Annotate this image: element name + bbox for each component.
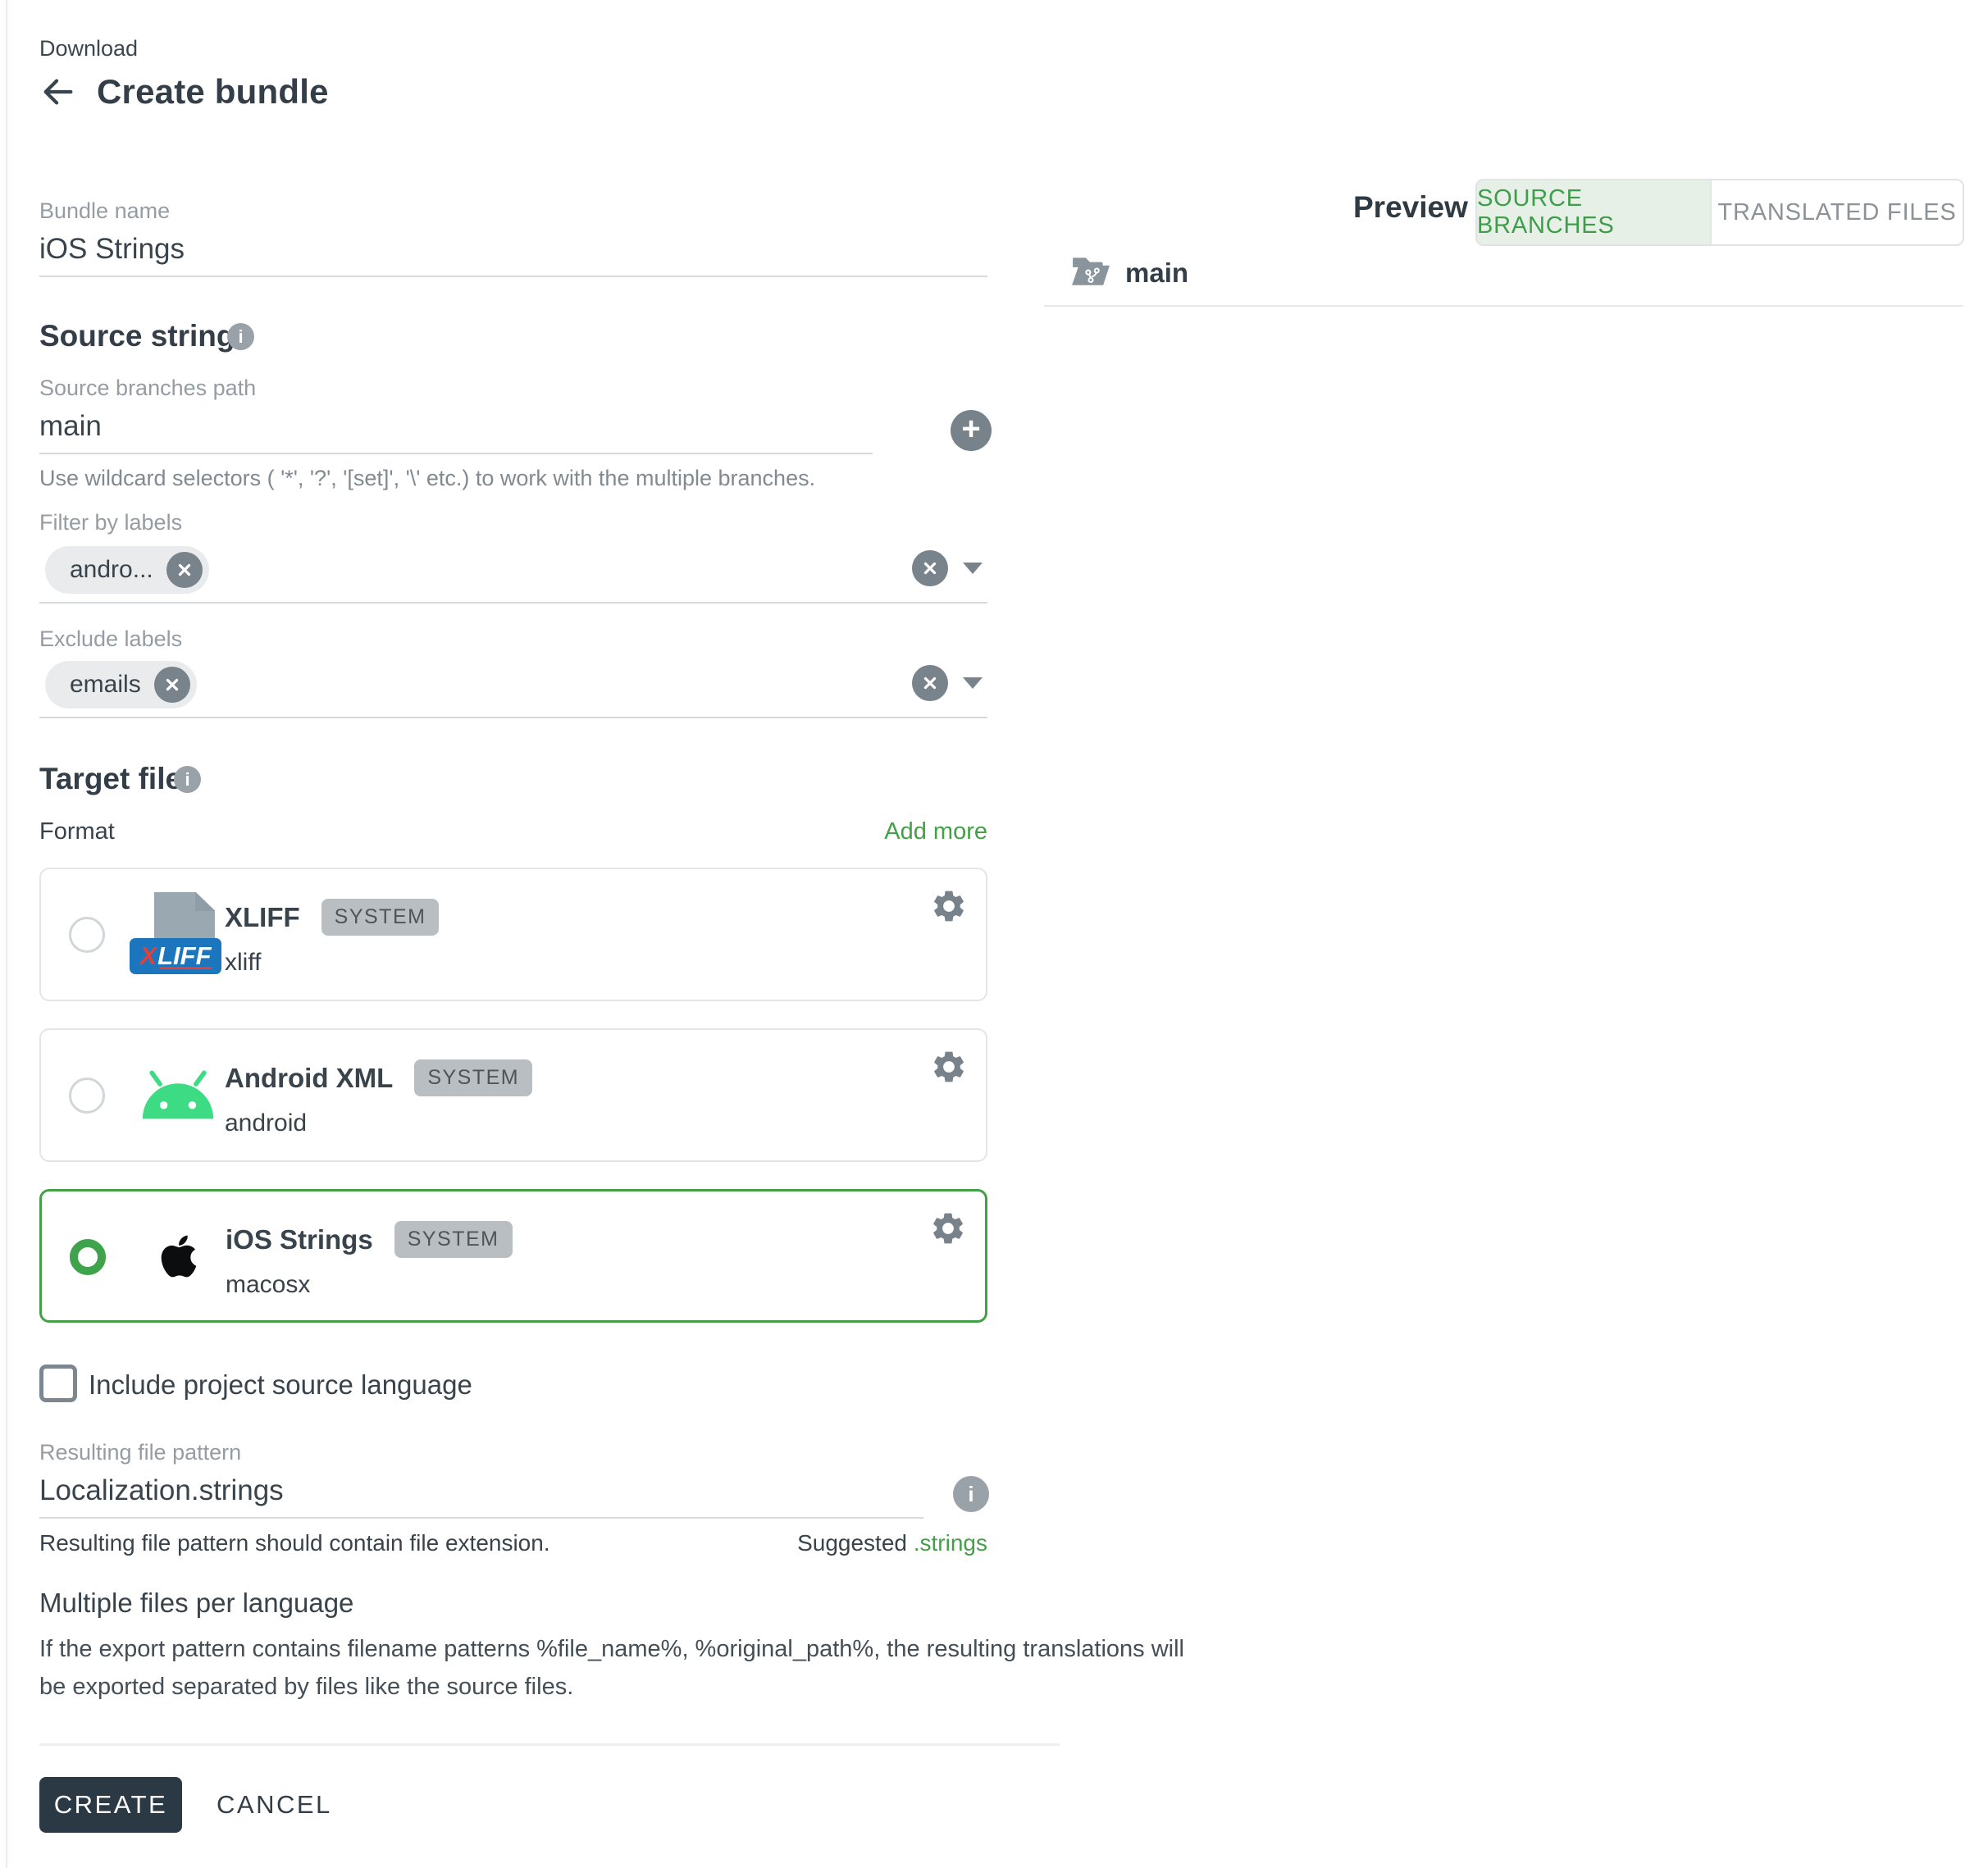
preview-divider: [1044, 305, 1963, 307]
bundle-name-underline: [39, 276, 987, 277]
preview-tab-group: SOURCE BRANCHES TRANSLATED FILES: [1475, 179, 1964, 246]
android-settings-gear-icon[interactable]: [930, 1048, 968, 1086]
bundle-name-input[interactable]: iOS Strings: [39, 233, 185, 266]
system-badge: SYSTEM: [321, 899, 440, 936]
source-branches-underline: [39, 453, 873, 454]
back-arrow-icon[interactable]: [39, 73, 77, 111]
create-button[interactable]: CREATE: [39, 1777, 182, 1833]
android-robot-icon: [129, 1030, 227, 1160]
create-bundle-page: Download Create bundle Bundle name iOS S…: [0, 0, 1988, 1868]
exclude-labels-label: Exclude labels: [39, 626, 182, 652]
suggested-label: Suggested: [797, 1530, 907, 1556]
source-strings-heading: Source strings: [39, 319, 252, 353]
xliff-document-icon: XLIFF: [129, 869, 227, 1000]
xliff-settings-gear-icon[interactable]: [930, 887, 968, 925]
source-strings-info-icon[interactable]: i: [227, 323, 254, 350]
suggested-extension-link[interactable]: .strings: [914, 1530, 987, 1556]
filter-by-labels-label: Filter by labels: [39, 510, 182, 535]
multiple-files-description: If the export pattern contains filename …: [39, 1630, 1184, 1706]
wildcard-hint: Use wildcard selectors ( '*', '?', '[set…: [39, 466, 815, 491]
format-subtitle: xliff: [225, 949, 439, 977]
branch-folder-icon: [1071, 254, 1110, 291]
remove-filter-label-icon[interactable]: [166, 552, 203, 588]
tab-translated-files[interactable]: TRANSLATED FILES: [1710, 180, 1963, 244]
branch-tree-item-main[interactable]: main: [1071, 254, 1188, 291]
clear-filter-labels-icon[interactable]: [912, 550, 948, 586]
file-pattern-label: Resulting file pattern: [39, 1440, 241, 1465]
format-subtitle: android: [225, 1109, 532, 1137]
add-more-link[interactable]: Add more: [39, 818, 987, 845]
target-file-info-icon[interactable]: i: [174, 766, 201, 793]
xliff-radio[interactable]: [69, 917, 105, 953]
footer-actions: CREATE CANCEL: [39, 1776, 337, 1834]
tab-source-branches[interactable]: SOURCE BRANCHES: [1477, 180, 1710, 244]
clear-exclude-labels-icon[interactable]: [912, 665, 948, 701]
include-source-language-checkbox[interactable]: [39, 1365, 77, 1402]
format-title: XLIFF: [225, 902, 300, 933]
exclude-label-chip-text: emails: [70, 671, 141, 699]
source-branches-path-input[interactable]: main: [39, 410, 102, 443]
system-badge: SYSTEM: [394, 1221, 513, 1258]
title-row: Create bundle: [39, 72, 329, 112]
file-pattern-underline: [39, 1517, 923, 1519]
page-title: Create bundle: [97, 72, 329, 112]
format-card-xliff[interactable]: XLIFF XLIFF SYSTEM xliff: [39, 868, 987, 1001]
include-source-language-label: Include project source language: [89, 1366, 472, 1404]
format-subtitle: macosx: [226, 1271, 513, 1299]
exclude-labels-dropdown-icon[interactable]: [963, 677, 983, 689]
format-title: iOS Strings: [226, 1224, 373, 1255]
branch-name: main: [1125, 257, 1188, 289]
target-file-heading: Target file: [39, 762, 182, 796]
file-pattern-input[interactable]: Localization.strings: [39, 1474, 284, 1507]
ios-strings-radio[interactable]: [70, 1239, 106, 1275]
filter-label-chip-text: andro...: [70, 556, 153, 584]
add-branch-button[interactable]: +: [951, 410, 992, 451]
format-card-ios-strings[interactable]: iOS Strings SYSTEM macosx: [39, 1189, 987, 1323]
exclude-labels-underline: [39, 717, 987, 718]
ios-settings-gear-icon[interactable]: [929, 1210, 967, 1247]
apple-logo-icon: [130, 1191, 228, 1320]
android-xml-radio[interactable]: [69, 1078, 105, 1114]
filter-labels-underline: [39, 602, 987, 604]
exclude-label-chip: emails: [45, 661, 197, 708]
breadcrumb[interactable]: Download: [39, 36, 138, 62]
format-card-android-xml[interactable]: Android XML SYSTEM android: [39, 1028, 987, 1162]
multiple-files-heading: Multiple files per language: [39, 1588, 353, 1619]
suggested-extension: Suggested .strings: [39, 1530, 987, 1556]
filter-label-chip: andro...: [45, 546, 209, 594]
footer-divider: [39, 1743, 1060, 1746]
plus-icon: +: [961, 412, 980, 445]
bundle-name-label: Bundle name: [39, 198, 170, 224]
source-branches-path-label: Source branches path: [39, 376, 256, 401]
system-badge: SYSTEM: [414, 1059, 532, 1096]
file-pattern-info-icon[interactable]: i: [953, 1476, 989, 1512]
cancel-button[interactable]: CANCEL: [212, 1776, 337, 1834]
filter-labels-dropdown-icon[interactable]: [963, 563, 983, 574]
remove-exclude-label-icon[interactable]: [154, 667, 190, 703]
format-title: Android XML: [225, 1063, 393, 1094]
page-edge-divider: [6, 0, 7, 1868]
preview-label: Preview: [1353, 190, 1468, 225]
